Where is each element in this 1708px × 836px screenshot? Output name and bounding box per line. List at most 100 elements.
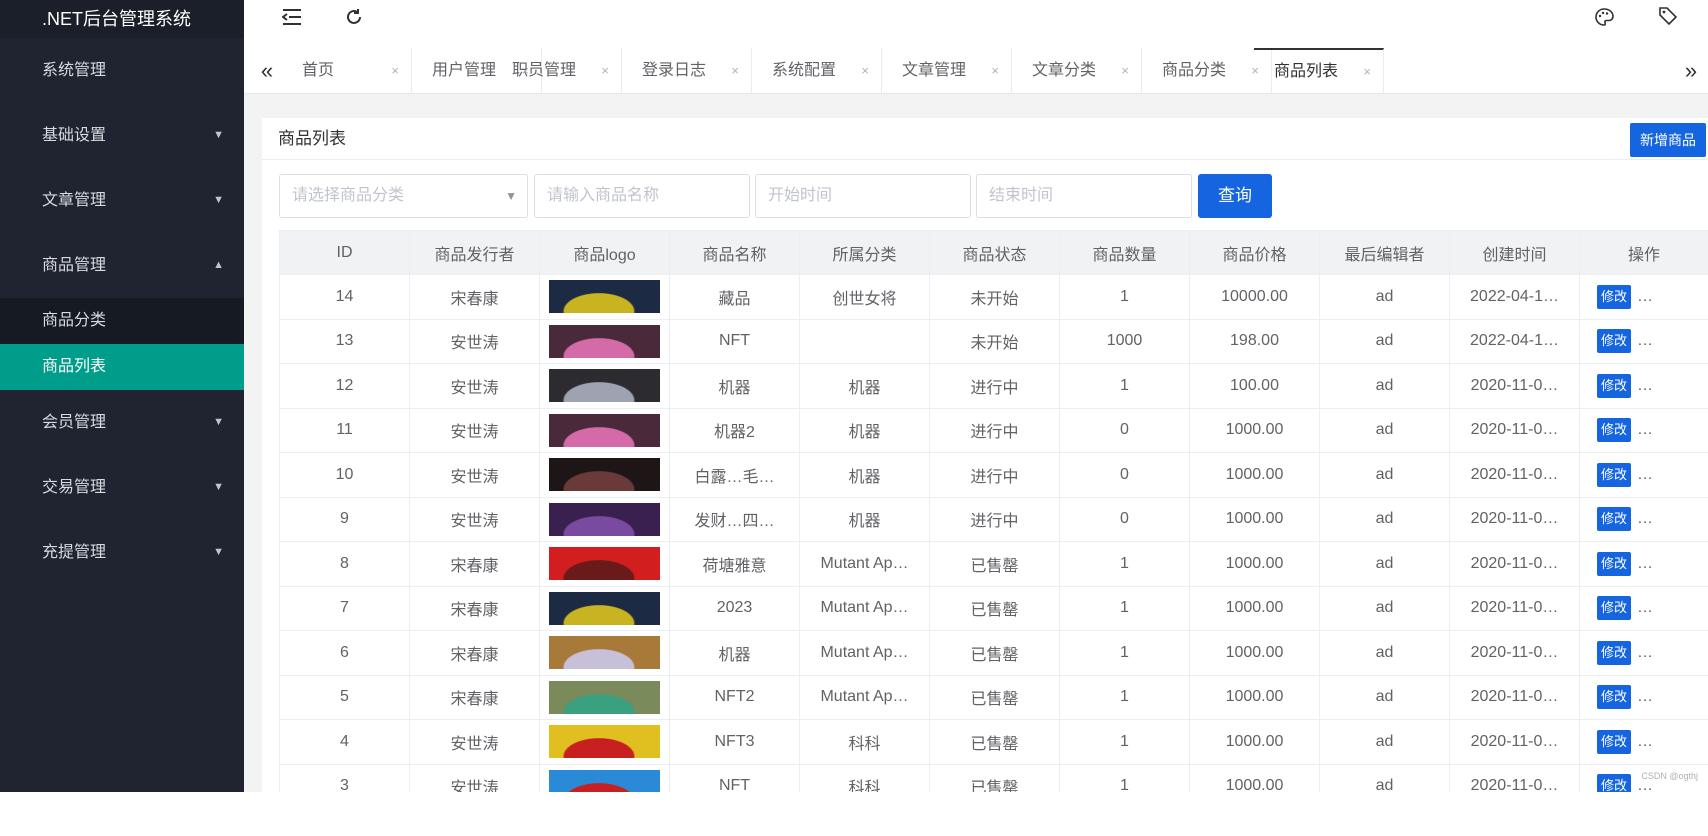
close-icon[interactable]: ×	[1363, 50, 1371, 94]
edit-button[interactable]: 修改	[1597, 462, 1632, 487]
sidebar-item-articles[interactable]: 文章管理 ▼	[0, 168, 244, 233]
edit-button[interactable]: 修改	[1597, 507, 1632, 532]
product-logo-cell	[539, 496, 670, 542]
menu-fold-icon[interactable]	[278, 6, 306, 34]
table-row: 6 宋春康 机器 Mutant Ap… 已售罄 1 1000.00 ad 2020-11-0… 修…	[279, 630, 1708, 676]
tab-scroll-left-icon[interactable]: «	[256, 56, 278, 86]
cell-id: 3	[279, 763, 410, 792]
cell-status: 已售罄	[929, 630, 1060, 676]
product-name-input[interactable]: 请输入商品名称	[534, 174, 750, 218]
cell-editor: ad	[1319, 318, 1450, 364]
column-header: 商品logo	[539, 230, 670, 275]
cell-created: 2020-11-0…	[1449, 630, 1580, 676]
chevron-down-icon: ▼	[213, 129, 224, 141]
top-header	[244, 0, 1708, 40]
refresh-icon[interactable]	[340, 6, 368, 34]
tab-staff[interactable]: 职员管理 ×	[492, 48, 622, 94]
tab-product-list[interactable]: 商品列表 ×	[1254, 48, 1384, 94]
cell-category: 机器	[799, 363, 930, 409]
close-icon[interactable]: ×	[861, 48, 869, 94]
cell-category: 科科	[799, 719, 930, 765]
table-row: 11 安世涛 机器2 机器 进行中 0 1000.00 ad 2020-11-0… 修改…	[279, 407, 1708, 453]
edit-button[interactable]: 修改	[1597, 551, 1632, 576]
edit-button[interactable]: 修改	[1597, 329, 1632, 354]
tab-scroll-right-icon[interactable]: »	[1680, 56, 1702, 86]
cell-editor: ad	[1319, 363, 1450, 409]
cell-price: 1000.00	[1189, 496, 1320, 542]
cell-created: 2020-11-0…	[1449, 719, 1580, 765]
column-header: 最后编辑者	[1319, 230, 1450, 275]
tab-article-categories[interactable]: 文章分类 ×	[1012, 48, 1142, 94]
edit-button[interactable]: 修改	[1597, 418, 1632, 443]
cell-editor: ad	[1319, 719, 1450, 765]
sidebar-item-trades[interactable]: 交易管理 ▼	[0, 455, 244, 520]
more-actions-icon[interactable]: …	[1637, 466, 1653, 484]
add-product-button[interactable]: 新增商品	[1630, 123, 1706, 157]
category-select[interactable]: 请选择商品分类 ▼	[279, 174, 528, 218]
cell-name: NFT	[669, 763, 800, 792]
tab-system-config[interactable]: 系统配置 ×	[752, 48, 882, 94]
palette-icon[interactable]	[1590, 6, 1618, 34]
sidebar-item-label: 充提管理	[42, 544, 107, 561]
product-logo-image	[549, 458, 660, 492]
cell-issuer: 安世涛	[409, 763, 540, 792]
more-actions-icon[interactable]: …	[1637, 421, 1653, 439]
end-time-input[interactable]: 结束时间	[976, 174, 1192, 218]
edit-button[interactable]: 修改	[1597, 640, 1632, 665]
more-actions-icon[interactable]: …	[1637, 377, 1653, 395]
more-actions-icon[interactable]: …	[1637, 510, 1653, 528]
tab-login-log[interactable]: 登录日志 ×	[622, 48, 752, 94]
close-icon[interactable]: ×	[601, 48, 609, 94]
cell-category: Mutant Ap…	[799, 674, 930, 720]
cell-status: 已售罄	[929, 674, 1060, 720]
close-icon[interactable]: ×	[1121, 48, 1129, 94]
edit-button[interactable]: 修改	[1597, 373, 1632, 398]
cell-id: 5	[279, 674, 410, 720]
tag-icon[interactable]	[1654, 6, 1682, 34]
more-actions-icon[interactable]: …	[1637, 644, 1653, 662]
sidebar-item-deposit-withdraw[interactable]: 充提管理 ▼	[0, 520, 244, 585]
sidebar-item-members[interactable]: 会员管理 ▼	[0, 390, 244, 455]
product-logo-image	[549, 369, 660, 403]
cell-actions: 修改 …	[1579, 719, 1708, 765]
cell-status: 进行中	[929, 363, 1060, 409]
column-header: 商品名称	[669, 230, 800, 275]
cell-id: 10	[279, 452, 410, 498]
cell-qty: 0	[1059, 452, 1190, 498]
column-header: 商品价格	[1189, 230, 1320, 275]
more-actions-icon[interactable]: …	[1637, 733, 1653, 751]
more-actions-icon[interactable]: …	[1637, 555, 1653, 573]
cell-qty: 1	[1059, 363, 1190, 409]
sidebar-item-basic-settings[interactable]: 基础设置 ▼	[0, 103, 244, 168]
sidebar-item-product-categories[interactable]: 商品分类	[0, 298, 244, 344]
cell-editor: ad	[1319, 585, 1450, 631]
more-actions-icon[interactable]: …	[1637, 288, 1653, 306]
sidebar-item-system[interactable]: 系统管理	[0, 38, 244, 103]
table-row: 12 安世涛 机器 机器 进行中 1 100.00 ad 2020-11-0… 修改…	[279, 363, 1708, 409]
more-actions-icon[interactable]: …	[1637, 599, 1653, 617]
more-actions-icon[interactable]: …	[1637, 688, 1653, 706]
edit-button[interactable]: 修改	[1597, 284, 1632, 309]
table-row: 14 宋春康 藏品 创世女将 未开始 1 10000.00 ad 2022-04-1… 修改…	[279, 274, 1708, 320]
edit-button[interactable]: 修改	[1597, 685, 1632, 710]
cell-status: 已售罄	[929, 541, 1060, 587]
query-button[interactable]: 查询	[1198, 174, 1272, 218]
start-time-input[interactable]: 开始时间	[755, 174, 971, 218]
edit-button[interactable]: 修改	[1597, 774, 1632, 792]
close-icon[interactable]: ×	[391, 48, 399, 94]
cell-qty: 1	[1059, 719, 1190, 765]
tab-product-categories[interactable]: 商品分类 ×	[1142, 48, 1272, 94]
cell-editor: ad	[1319, 763, 1450, 792]
product-logo-cell	[539, 452, 670, 498]
table-row: 8 宋春康 荷塘雅意 Mutant Ap… 已售罄 1 1000.00 ad 2020-11-0…	[279, 541, 1708, 587]
close-icon[interactable]: ×	[731, 48, 739, 94]
cell-actions: 修改 …	[1579, 274, 1708, 320]
tab-articles[interactable]: 文章管理 ×	[882, 48, 1012, 94]
tab-home[interactable]: 首页 ×	[282, 48, 412, 94]
sidebar-item-product-list[interactable]: 商品列表	[0, 344, 244, 390]
edit-button[interactable]: 修改	[1597, 729, 1632, 754]
more-actions-icon[interactable]: …	[1637, 332, 1653, 350]
close-icon[interactable]: ×	[991, 48, 999, 94]
edit-button[interactable]: 修改	[1597, 596, 1632, 621]
sidebar-item-products[interactable]: 商品管理 ▲	[0, 233, 244, 298]
